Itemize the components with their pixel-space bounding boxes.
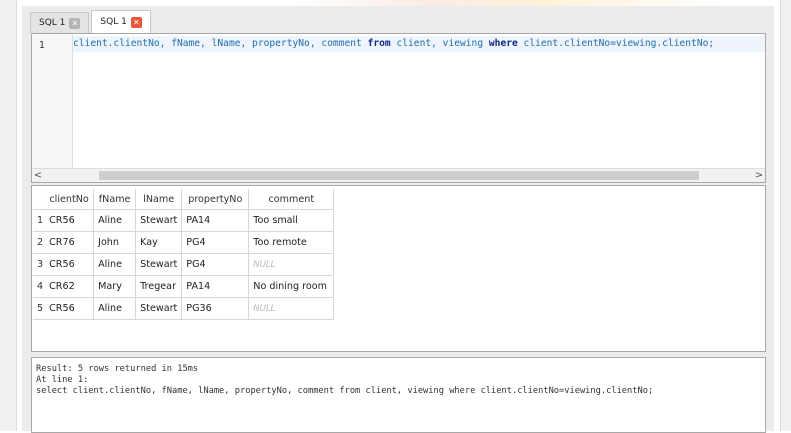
scroll-right-arrow-icon[interactable]: > <box>753 169 765 182</box>
horizontal-scrollbar[interactable]: < > <box>32 168 765 182</box>
scroll-left-arrow-icon[interactable]: < <box>32 169 44 182</box>
table-cell[interactable]: PA14 <box>181 275 250 298</box>
row-number: 5 <box>33 297 46 320</box>
table-cell[interactable]: No dining room <box>248 275 335 298</box>
row-number: 1 <box>33 209 46 232</box>
table-cell[interactable]: Tregear <box>135 275 183 298</box>
table-cell[interactable]: Aline <box>93 209 137 232</box>
close-tab-icon[interactable]: ✕ <box>69 17 81 29</box>
line-number-gutter: 1 <box>32 34 73 168</box>
close-tab-icon[interactable]: ✕ <box>130 16 142 28</box>
table-cell[interactable]: Too small <box>248 209 335 232</box>
row-number: 4 <box>33 275 46 298</box>
table-row[interactable]: 2 CR76 John Kay PG4 Too remote <box>33 231 335 254</box>
table-cell[interactable]: Aline <box>93 297 137 320</box>
line-number: 1 <box>39 40 45 51</box>
editor-tabs: SQL 1 ✕ SQL 1 ✕ <box>30 10 153 34</box>
table-cell[interactable]: Stewart <box>135 253 183 276</box>
column-header-propertyno[interactable]: propertyNo <box>181 189 250 210</box>
table-cell[interactable]: NULL <box>248 253 335 276</box>
table-cell[interactable]: John <box>93 231 137 254</box>
tab-sql-1-active[interactable]: SQL 1 ✕ <box>91 10 151 33</box>
table-cell[interactable]: Kay <box>135 231 183 254</box>
row-number: 2 <box>33 231 46 254</box>
log-query-line: select client.clientNo, fName, lName, pr… <box>36 386 654 396</box>
row-number: 3 <box>33 253 46 276</box>
results-table: clientNo fName lName propertyNo comment … <box>33 189 335 320</box>
sql-keyword: where <box>488 38 518 49</box>
table-cell[interactable]: Mary <box>93 275 137 298</box>
sql-keyword: from <box>367 38 391 49</box>
table-cell[interactable]: PG4 <box>181 253 250 276</box>
table-row[interactable]: 5 CR56 Aline Stewart PG36 NULL <box>33 297 335 320</box>
outer-left-panel <box>0 0 17 431</box>
table-row[interactable]: 1 CR56 Aline Stewart PA14 Too small <box>33 209 335 232</box>
table-row[interactable]: 3 CR56 Aline Stewart PG4 NULL <box>33 253 335 276</box>
column-header-comment[interactable]: comment <box>248 189 335 210</box>
results-grid-panel: clientNo fName lName propertyNo comment … <box>31 185 766 352</box>
column-header-lname[interactable]: lName <box>135 189 183 210</box>
tab-sql-1-inactive[interactable]: SQL 1 ✕ <box>30 12 90 33</box>
table-cell[interactable]: Stewart <box>135 297 183 320</box>
table-cell[interactable]: CR56 <box>45 297 95 320</box>
message-log: Result: 5 rows returned in 15ms At line … <box>31 357 766 433</box>
sql-workspace: SQL 1 ✕ SQL 1 ✕ 1 client.clientNo, fName… <box>22 6 774 433</box>
table-cell[interactable]: Too remote <box>248 231 335 254</box>
log-at-line: At line 1: <box>36 375 89 385</box>
table-cell[interactable]: PG4 <box>181 231 250 254</box>
sql-token: client.clientNo, fName, lName, propertyN… <box>73 38 368 49</box>
row-number-header <box>33 189 46 210</box>
table-cell[interactable]: CR62 <box>45 275 95 298</box>
log-result-line: Result: 5 rows returned in 15ms <box>36 364 199 374</box>
table-cell[interactable]: CR76 <box>45 231 95 254</box>
table-cell[interactable]: PA14 <box>181 209 250 232</box>
table-cell[interactable]: Stewart <box>135 209 183 232</box>
tab-label: SQL 1 <box>100 17 127 27</box>
sql-editor[interactable]: 1 client.clientNo, fName, lName, propert… <box>31 33 766 183</box>
sql-token: client, viewing <box>390 38 489 49</box>
scrollbar-thumb[interactable] <box>99 171 699 180</box>
table-cell[interactable]: Aline <box>93 253 137 276</box>
table-row[interactable]: 4 CR62 Mary Tregear PA14 No dining room <box>33 275 335 298</box>
table-cell[interactable]: CR56 <box>45 209 95 232</box>
sql-token: client.clientNo=viewing.clientNo; <box>517 38 715 49</box>
outer-right-panel <box>780 0 791 431</box>
tab-label: SQL 1 <box>39 18 66 28</box>
code-line[interactable]: client.clientNo, fName, lName, propertyN… <box>73 36 765 52</box>
table-cell[interactable]: CR56 <box>45 253 95 276</box>
column-header-clientno[interactable]: clientNo <box>45 189 95 210</box>
column-header-fname[interactable]: fName <box>93 189 137 210</box>
table-cell[interactable]: NULL <box>248 297 335 320</box>
table-cell[interactable]: PG36 <box>181 297 250 320</box>
header-row: clientNo fName lName propertyNo comment <box>33 189 335 210</box>
